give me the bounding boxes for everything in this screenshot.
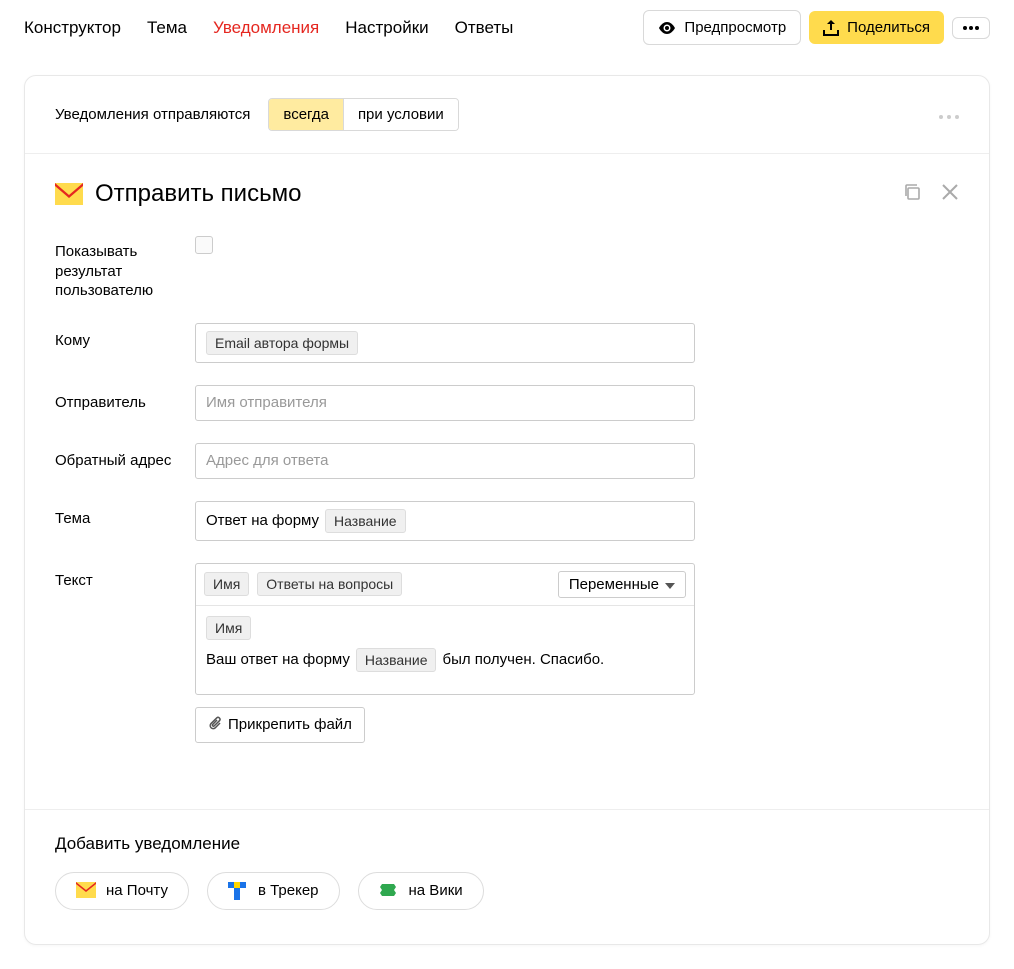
subject-row: Тема Ответ на форму Название bbox=[55, 501, 959, 541]
add-tracker-label: в Трекер bbox=[258, 882, 319, 899]
share-label: Поделиться bbox=[847, 19, 930, 36]
card-footer: Добавить уведомление на Почту в Трекер н… bbox=[25, 809, 989, 944]
body-chip-name[interactable]: Имя bbox=[206, 616, 251, 640]
body-text-pre: Ваш ответ на форму bbox=[206, 651, 350, 668]
eye-icon bbox=[658, 22, 676, 34]
editor-toolbar: Имя Ответы на вопросы Переменные bbox=[196, 564, 694, 606]
subject-label: Тема bbox=[55, 501, 195, 529]
reply-input[interactable] bbox=[206, 452, 684, 469]
variables-label: Переменные bbox=[569, 576, 659, 593]
toggle-always[interactable]: всегда bbox=[269, 99, 343, 130]
show-result-row: Показывать результат пользователю bbox=[55, 234, 959, 301]
card-more-button[interactable] bbox=[939, 106, 959, 123]
nav-tabs: Конструктор Тема Уведомления Настройки О… bbox=[24, 18, 513, 38]
chevron-down-icon bbox=[665, 576, 675, 593]
toggle-conditional[interactable]: при условии bbox=[343, 99, 458, 130]
attach-file-button[interactable]: Прикрепить файл bbox=[195, 707, 365, 743]
share-icon bbox=[823, 20, 839, 36]
add-wiki-label: на Вики bbox=[409, 882, 463, 899]
attach-label: Прикрепить файл bbox=[228, 716, 352, 733]
add-notification-title: Добавить уведомление bbox=[55, 834, 959, 854]
body-text-post: был получен. Спасибо. bbox=[442, 651, 604, 668]
sender-label: Отправитель bbox=[55, 385, 195, 413]
nav-tab-notifications[interactable]: Уведомления bbox=[213, 18, 319, 38]
sender-row: Отправитель bbox=[55, 385, 959, 421]
toolbar-chip-answers[interactable]: Ответы на вопросы bbox=[257, 572, 402, 596]
more-button[interactable] bbox=[952, 17, 990, 39]
to-row: Кому Email автора формы bbox=[55, 323, 959, 363]
nav-tab-settings[interactable]: Настройки bbox=[345, 18, 428, 38]
to-input[interactable]: Email автора формы bbox=[195, 323, 695, 363]
send-condition-label: Уведомления отправляются bbox=[55, 106, 250, 123]
add-mail-button[interactable]: на Почту bbox=[55, 872, 189, 910]
notification-card: Уведомления отправляются всегда при усло… bbox=[24, 75, 990, 945]
show-result-label: Показывать результат пользователю bbox=[55, 234, 195, 301]
add-wiki-button[interactable]: на Вики bbox=[358, 872, 484, 910]
subject-input[interactable]: Ответ на форму Название bbox=[195, 501, 695, 541]
show-result-checkbox[interactable] bbox=[195, 236, 213, 254]
text-editor: Имя Ответы на вопросы Переменные Имя bbox=[195, 563, 695, 695]
more-icon bbox=[963, 26, 979, 30]
nav-tab-constructor[interactable]: Конструктор bbox=[24, 18, 121, 38]
wiki-icon bbox=[379, 882, 399, 900]
preview-label: Предпросмотр bbox=[684, 19, 786, 36]
nav-tab-theme[interactable]: Тема bbox=[147, 18, 187, 38]
nav-tab-answers[interactable]: Ответы bbox=[455, 18, 514, 38]
to-label: Кому bbox=[55, 323, 195, 351]
card-header: Уведомления отправляются всегда при усло… bbox=[25, 76, 989, 154]
toolbar-chip-name[interactable]: Имя bbox=[204, 572, 249, 596]
add-tracker-button[interactable]: в Трекер bbox=[207, 872, 340, 910]
to-chip[interactable]: Email автора формы bbox=[206, 331, 358, 355]
mail-icon bbox=[76, 882, 96, 900]
editor-body[interactable]: Имя Ваш ответ на форму Название был полу… bbox=[196, 606, 694, 694]
text-row: Текст Имя Ответы на вопросы Переменные bbox=[55, 563, 959, 743]
subject-chip[interactable]: Название bbox=[325, 509, 406, 533]
card-title-row: Отправить письмо bbox=[55, 180, 959, 208]
top-nav: Конструктор Тема Уведомления Настройки О… bbox=[0, 0, 1014, 59]
sender-input-box bbox=[195, 385, 695, 421]
sender-input[interactable] bbox=[206, 394, 684, 411]
reply-label: Обратный адрес bbox=[55, 443, 195, 471]
body-chip-title[interactable]: Название bbox=[356, 648, 437, 672]
card-title-actions bbox=[903, 183, 959, 205]
paperclip-icon bbox=[208, 715, 222, 735]
footer-buttons: на Почту в Трекер на Вики bbox=[55, 872, 959, 910]
variables-button[interactable]: Переменные bbox=[558, 571, 686, 598]
share-button[interactable]: Поделиться bbox=[809, 11, 944, 44]
card-body: Отправить письмо Показывать результат по… bbox=[25, 154, 989, 809]
close-button[interactable] bbox=[941, 183, 959, 205]
mail-icon bbox=[55, 183, 83, 205]
tracker-icon bbox=[228, 882, 248, 900]
copy-button[interactable] bbox=[903, 183, 921, 205]
preview-button[interactable]: Предпросмотр bbox=[643, 10, 801, 45]
card-title: Отправить письмо bbox=[95, 180, 301, 208]
subject-prefix-text: Ответ на форму bbox=[206, 512, 319, 529]
reply-row: Обратный адрес bbox=[55, 443, 959, 479]
condition-toggle: всегда при условии bbox=[268, 98, 458, 131]
add-mail-label: на Почту bbox=[106, 882, 168, 899]
reply-input-box bbox=[195, 443, 695, 479]
text-label: Текст bbox=[55, 563, 195, 591]
